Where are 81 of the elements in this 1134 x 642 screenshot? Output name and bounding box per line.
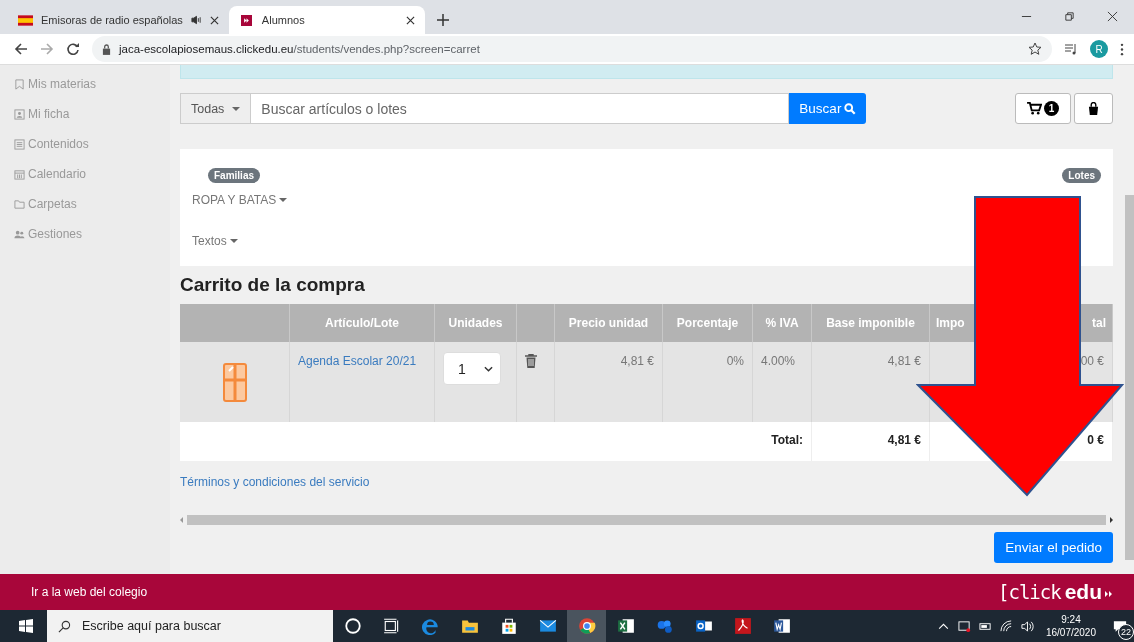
- column-header: Porcentaje: [676, 316, 739, 330]
- menu-icon[interactable]: [1120, 42, 1124, 56]
- device-icon[interactable]: [957, 619, 971, 633]
- bag-icon: [1088, 102, 1099, 115]
- close-icon[interactable]: [209, 15, 219, 25]
- table-cell: 00 €: [1080, 354, 1104, 368]
- table-cell: 0%: [726, 354, 744, 368]
- sidebar-item[interactable]: Mi ficha: [0, 99, 170, 129]
- column-header: Unidades: [448, 316, 503, 330]
- flag-icon: [18, 14, 33, 26]
- search-icon: [58, 619, 71, 633]
- taskbar-clock[interactable]: 9:24 16/07/2020: [1045, 613, 1096, 639]
- address-bar[interactable]: jaca-escolapiosemaus.clickedu.eu/students/vendes.php?screen=carret: [92, 36, 1052, 62]
- horizontal-scrollbar[interactable]: [180, 515, 1113, 525]
- family-dropdown[interactable]: Textos: [192, 234, 238, 248]
- taskbar-search-field[interactable]: Escribe aquí para buscar: [47, 610, 333, 642]
- families-label: Familias: [208, 168, 261, 183]
- sidebar-item[interactable]: Mis materias: [0, 69, 170, 99]
- category-dropdown[interactable]: Todas: [180, 93, 252, 124]
- back-arrow-icon[interactable]: [14, 42, 28, 56]
- windows-start-icon[interactable]: [19, 619, 33, 633]
- wifi-icon[interactable]: [999, 619, 1013, 633]
- submit-order-button[interactable]: Enviar el pedido: [994, 532, 1113, 563]
- sidebar-item[interactable]: Contenidos: [0, 129, 170, 159]
- caret-icon: [279, 198, 288, 202]
- column-header: Precio unidad: [568, 316, 649, 330]
- bag-button[interactable]: [1074, 93, 1113, 124]
- new-tab-icon[interactable]: [436, 14, 449, 26]
- total-base: 4,81 €: [887, 433, 921, 447]
- search-button[interactable]: Buscar: [789, 93, 867, 124]
- close-icon[interactable]: [1107, 11, 1118, 22]
- caret-icon: [229, 239, 238, 243]
- people-icon: [14, 228, 25, 240]
- search-field[interactable]: Buscar artículos o lotes: [251, 93, 790, 124]
- column-header: % IVA: [765, 316, 799, 330]
- volume-icon[interactable]: [1020, 619, 1034, 633]
- star-icon[interactable]: [1028, 42, 1042, 56]
- table-cell: 4,81 €: [620, 354, 654, 368]
- total-label: Total:: [771, 433, 803, 447]
- cart-title: Carrito de la compra: [180, 274, 366, 296]
- reload-icon[interactable]: [66, 42, 80, 56]
- sidebar-item[interactable]: Calendario: [0, 159, 170, 189]
- cart-count-badge: 1: [1044, 101, 1059, 116]
- trash-icon[interactable]: [525, 354, 537, 368]
- column-header: Impo: [936, 316, 965, 330]
- media-list-icon[interactable]: [1064, 42, 1078, 56]
- sidebar-item[interactable]: Carpetas: [0, 189, 170, 219]
- sidebar-item[interactable]: Gestiones: [0, 219, 170, 249]
- restore-icon[interactable]: [1064, 11, 1075, 22]
- chevron-icon: [484, 365, 493, 372]
- folder-icon: [14, 198, 25, 210]
- column-header: Base imponible: [826, 316, 915, 330]
- site-icon: [238, 14, 254, 26]
- notification-count-badge: 22: [1118, 624, 1134, 640]
- school-website-link[interactable]: Ir a la web del colegio: [31, 585, 148, 599]
- gift-icon: [222, 362, 247, 402]
- calendar-icon: [14, 168, 25, 180]
- id-card-icon: [14, 108, 25, 120]
- cart-icon: [1027, 102, 1042, 115]
- family-dropdown[interactable]: ROPA Y BATAS: [192, 193, 288, 207]
- speaker-icon: [190, 15, 202, 25]
- table-cell: 4,81 €: [887, 354, 921, 368]
- close-icon[interactable]: [405, 15, 415, 25]
- table-cell: 4.00%: [761, 354, 796, 368]
- cart-button[interactable]: 1: [1015, 93, 1071, 124]
- search-icon: [844, 102, 857, 115]
- item-link[interactable]: Agenda Escolar 20/21: [298, 354, 417, 368]
- browser-tab[interactable]: Emisoras de radio españolas: [8, 6, 229, 34]
- lots-label: Lotes: [1062, 168, 1101, 183]
- browser-tab[interactable]: Alumnos: [228, 6, 425, 34]
- column-header: Artículo/Lote: [325, 316, 399, 330]
- clickedu-logo: [click edu: [998, 580, 1114, 604]
- column-header: tal: [1092, 316, 1106, 330]
- terms-link[interactable]: Términos y condiciones del servicio: [180, 475, 370, 489]
- quantity-select[interactable]: 1: [443, 352, 501, 385]
- profile-avatar[interactable]: R: [1090, 40, 1108, 58]
- lock-icon: [102, 43, 111, 55]
- total-amount: 0 €: [1087, 433, 1104, 447]
- document-icon: [14, 138, 25, 150]
- caret-icon: [232, 106, 241, 111]
- bookmark-icon: [14, 78, 25, 90]
